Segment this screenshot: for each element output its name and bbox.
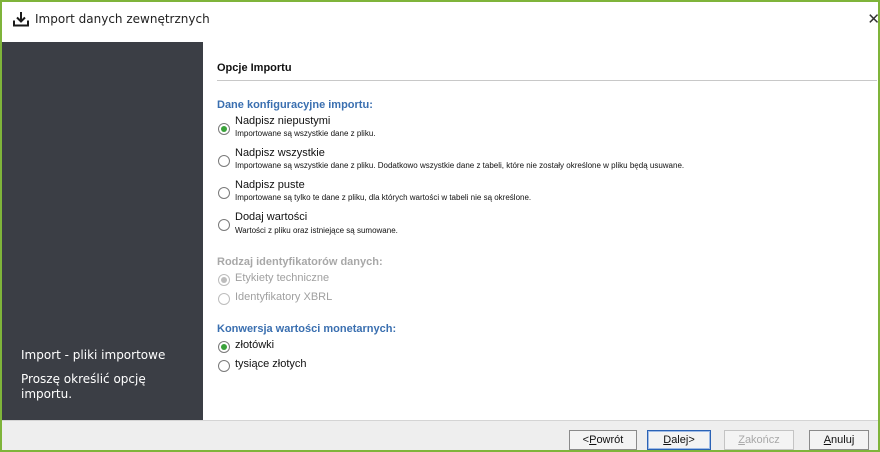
- next-button[interactable]: Dalej >: [647, 430, 711, 450]
- next-label: alej: [671, 434, 689, 446]
- cancel-mnemonic: A: [823, 434, 832, 446]
- radio-etykiety-techniczne[interactable]: [218, 274, 230, 286]
- option-description: Wartości z pliku oraz istniejące są sumo…: [235, 226, 398, 235]
- radio-nadpisz-niepustymi[interactable]: [218, 123, 230, 135]
- radio-identyfikatory-xbrl[interactable]: [218, 293, 230, 305]
- currency-group-label: Konwersja wartości monetarnych:: [217, 323, 397, 335]
- option-description: Importowane są tylko te dane z pliku, dl…: [235, 193, 532, 202]
- option-label: tysiące złotych: [235, 358, 307, 370]
- cancel-label: nuluj: [831, 434, 855, 446]
- back-mnemonic: P: [589, 434, 597, 446]
- wizard-sidebar: Import - pliki importowe Proszę określić…: [2, 42, 203, 420]
- option-label: Nadpisz wszystkie: [235, 147, 325, 159]
- section-title: Opcje Importu: [217, 62, 292, 74]
- title-bar: Import danych zewnętrznych ✕: [2, 2, 878, 36]
- close-icon[interactable]: ✕: [867, 10, 878, 28]
- next-mnemonic: D: [663, 434, 672, 446]
- identifier-group-label: Rodzaj identyfikatorów danych:: [217, 256, 383, 268]
- sidebar-instruction: Proszę określić opcję importu.: [21, 372, 146, 401]
- back-label: owrót: [596, 434, 624, 446]
- download-icon: [13, 12, 29, 27]
- back-button[interactable]: < Powrót: [569, 430, 637, 450]
- next-suffix: >: [688, 434, 695, 446]
- finish-mnemonic: Z: [738, 434, 745, 446]
- radio-tysiace-zlotych[interactable]: [218, 360, 230, 372]
- section-divider: [217, 80, 877, 81]
- radio-zlotowki[interactable]: [218, 341, 230, 353]
- option-description: Importowane są wszystkie dane z pliku.: [235, 129, 376, 138]
- option-description: Importowane są wszystkie dane z pliku. D…: [235, 161, 685, 170]
- option-label: Etykiety techniczne: [235, 272, 330, 284]
- option-label: Dodaj wartości: [235, 211, 308, 223]
- sidebar-heading: Import - pliki importowe: [21, 348, 166, 362]
- option-label: Identyfikatory XBRL: [235, 291, 333, 303]
- finish-button[interactable]: Zakończ: [724, 430, 794, 450]
- radio-nadpisz-wszystkie[interactable]: [218, 155, 230, 167]
- button-bar: < Powrót Dalej > Zakończ Anuluj: [2, 420, 878, 450]
- radio-nadpisz-puste[interactable]: [218, 187, 230, 199]
- option-label: złotówki: [235, 339, 275, 351]
- window-title: Import danych zewnętrznych: [35, 12, 210, 26]
- finish-label: akończ: [744, 434, 780, 446]
- radio-dodaj-wartosci[interactable]: [218, 219, 230, 231]
- cancel-button[interactable]: Anuluj: [809, 430, 869, 450]
- options-panel: Opcje Importu Dane konfiguracyjne import…: [203, 42, 878, 420]
- option-label: Nadpisz niepustymi: [235, 115, 331, 127]
- config-group-label: Dane konfiguracyjne importu:: [217, 99, 373, 111]
- import-dialog: Import danych zewnętrznych ✕ Import - pl…: [0, 0, 880, 452]
- option-label: Nadpisz puste: [235, 179, 305, 191]
